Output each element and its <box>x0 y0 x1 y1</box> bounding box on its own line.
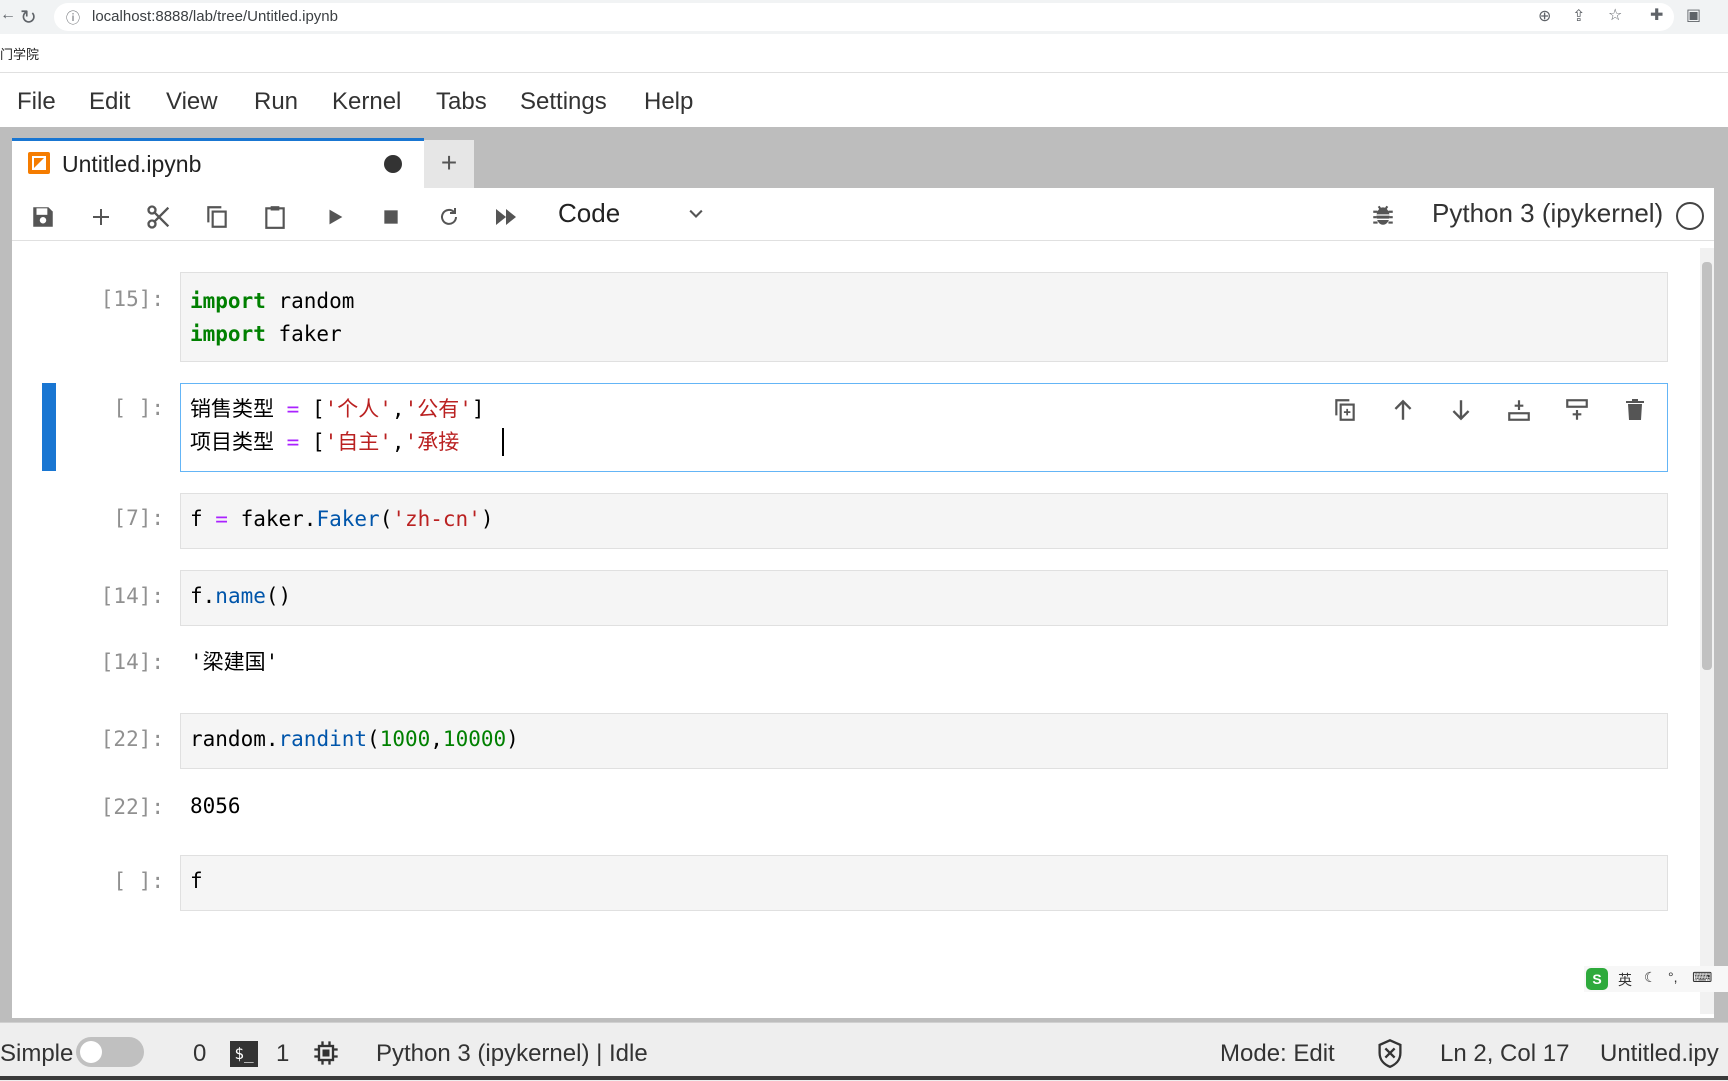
window-bottom-edge <box>0 1076 1728 1080</box>
code-cell[interactable] <box>180 570 1668 626</box>
output-prompt: [14]: <box>100 650 164 674</box>
extensions-icon[interactable]: ✚ <box>1650 5 1663 25</box>
insert-above-icon[interactable] <box>1502 393 1536 427</box>
menu-settings[interactable]: Settings <box>520 88 607 116</box>
code-line[interactable]: 项目类型 = ['自主','承接 <box>190 426 459 459</box>
code-line[interactable]: f.name() <box>190 580 291 613</box>
edit-mode-indicator: Mode: Edit <box>1220 1040 1335 1067</box>
output-prompt: [22]: <box>100 795 164 819</box>
input-prompt: [ ]: <box>113 396 164 420</box>
scrollbar-thumb[interactable] <box>1702 262 1712 670</box>
input-prompt: [15]: <box>100 287 164 311</box>
ime-logo-icon: S <box>1586 968 1608 990</box>
menu-kernel[interactable]: Kernel <box>332 88 401 116</box>
input-prompt: [ ]: <box>113 869 164 893</box>
ime-language[interactable]: 英 <box>1618 970 1632 990</box>
back-icon[interactable]: ← <box>0 6 16 24</box>
reload-icon[interactable]: ↻ <box>20 5 37 30</box>
toggle-knob[interactable] <box>80 1041 102 1063</box>
delete-icon[interactable] <box>1618 393 1652 427</box>
menu-run[interactable]: Run <box>254 88 298 116</box>
code-line[interactable]: 销售类型 = ['个人','公有'] <box>190 393 485 426</box>
code-cell[interactable] <box>180 272 1668 362</box>
cell-output: '梁建国' <box>190 650 279 674</box>
keyboard-icon[interactable]: ⌨ <box>1692 969 1712 986</box>
new-tab-button[interactable]: + <box>424 140 474 188</box>
star-icon[interactable]: ☆ <box>1608 5 1622 25</box>
shield-icon[interactable] <box>1376 1038 1404 1073</box>
input-prompt: [7]: <box>113 506 164 530</box>
move-down-icon[interactable] <box>1444 393 1478 427</box>
kernel-status-text[interactable]: Python 3 (ipykernel) | Idle <box>376 1040 648 1068</box>
tab-title[interactable]: Untitled.ipynb <box>62 151 201 178</box>
run-icon[interactable] <box>318 200 352 234</box>
copy-icon[interactable] <box>200 200 234 234</box>
paste-icon[interactable] <box>258 200 292 234</box>
punctuation-icon[interactable]: °, <box>1668 969 1678 985</box>
chevron-down-icon[interactable] <box>686 204 706 229</box>
simple-mode-label: Simple <box>0 1040 74 1067</box>
kernel-status-icon <box>1676 202 1704 230</box>
duplicate-icon[interactable] <box>1328 393 1362 427</box>
terminals-count[interactable]: 0 <box>193 1040 206 1068</box>
bookmark-item[interactable]: 门学院 <box>0 44 39 63</box>
save-icon[interactable] <box>26 200 60 234</box>
code-line[interactable]: f = faker.Faker('zh-cn') <box>190 503 494 536</box>
kernel-name[interactable]: Python 3 (ipykernel) <box>1432 198 1663 229</box>
menu-file[interactable]: File <box>17 88 56 116</box>
add-cell-icon[interactable] <box>84 200 118 234</box>
kernel-chip-icon[interactable] <box>312 1039 340 1072</box>
cursor-position[interactable]: Ln 2, Col 17 <box>1440 1040 1569 1068</box>
code-line[interactable]: f <box>190 865 203 898</box>
code-line[interactable]: import random <box>190 285 354 318</box>
sidepanel-icon[interactable]: ▣ <box>1686 5 1701 25</box>
code-line[interactable]: import faker <box>190 318 342 351</box>
menu-view[interactable]: View <box>166 88 218 116</box>
text-cursor <box>502 428 504 456</box>
cell-output: 8056 <box>190 794 241 818</box>
stop-icon[interactable] <box>374 200 408 234</box>
restart-icon[interactable] <box>432 200 466 234</box>
code-cell[interactable] <box>180 855 1668 911</box>
terminal-icon[interactable]: $_ <box>230 1041 258 1067</box>
toolbar-divider <box>12 240 1714 241</box>
bookmarks-bar <box>0 34 1728 73</box>
menu-help[interactable]: Help <box>644 88 693 116</box>
zoom-icon[interactable]: ⊕ <box>1538 6 1551 26</box>
input-prompt: [14]: <box>100 584 164 608</box>
insert-below-icon[interactable] <box>1560 393 1594 427</box>
share-icon[interactable]: ⇪ <box>1572 6 1585 26</box>
bug-icon[interactable] <box>1370 202 1396 233</box>
menu-tabs[interactable]: Tabs <box>436 88 487 116</box>
run-all-icon[interactable] <box>490 200 524 234</box>
status-filename: Untitled.ipy <box>1600 1040 1719 1067</box>
input-prompt: [22]: <box>100 727 164 751</box>
menu-edit[interactable]: Edit <box>89 88 130 116</box>
move-up-icon[interactable] <box>1386 393 1420 427</box>
info-icon[interactable]: ⓘ <box>66 8 80 28</box>
cut-icon[interactable] <box>142 200 176 234</box>
unsaved-dot-icon[interactable] <box>384 155 402 173</box>
url-text[interactable]: localhost:8888/lab/tree/Untitled.ipynb <box>92 8 338 25</box>
code-line[interactable]: random.randint(1000,10000) <box>190 723 519 756</box>
kernels-count[interactable]: 1 <box>276 1040 289 1068</box>
ime-toolbar[interactable]: S 英 ☾ °, ⌨ <box>1584 966 1728 992</box>
cell-type-select[interactable]: Code <box>558 198 620 229</box>
moon-icon[interactable]: ☾ <box>1644 969 1657 986</box>
